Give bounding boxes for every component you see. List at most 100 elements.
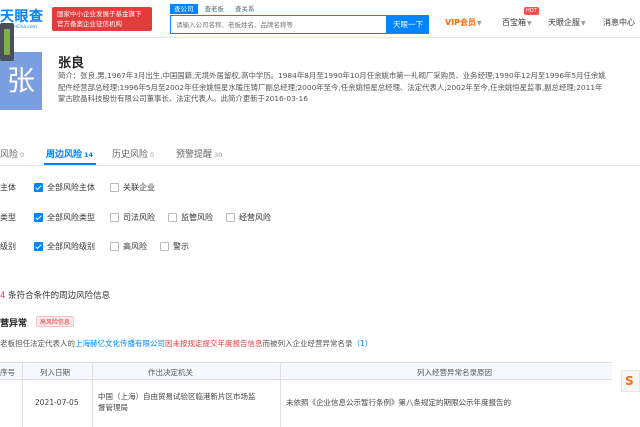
filter-row-type: 类型 全部风险类型 司法风险 监管风险 经营风险 [0,211,640,225]
message-center-link[interactable]: 消息中心 [603,17,635,28]
tab-count: 0 [150,151,155,159]
chevron-down-icon: ▼ [581,20,586,27]
cell-reason: 未依照《企业信息公示暂行条例》第八条规定的期限公示年度报告的 [286,398,511,407]
bio-line: 简介：张良,男,1967年3月出生,中国国籍,无境外居留权,高中学历。1984年… [58,71,606,80]
result-count-number: 4 [0,291,6,301]
checkbox-icon [34,182,43,192]
chevron-down-icon: ▼ [477,20,482,27]
column-header: 列入日期 [40,368,70,377]
section-description: 老板担任法定代表人的上海赫亿文化传播有限公司因未按规定提交年度报告信息而被列入企… [0,338,372,349]
cell-date: 2021-07-05 [35,398,79,407]
tab-label: 周边风险 [46,150,83,160]
option-label: 全部风险级别 [47,241,95,251]
top-navigation-bar: 天眼查 TianYanCha.com 国家中小企业发展子基金旗下 官方备案企业征… [0,0,640,38]
result-count: 4 条符合条件的周边风险信息 [0,289,110,301]
tab-search-relation[interactable]: 查关系 [231,4,259,14]
option-label: 高风险 [123,241,147,251]
section-title: 营异常 [0,319,28,329]
treasure-box-menu[interactable]: 百宝箱▼ [502,17,532,28]
s-icon: S [625,374,634,388]
filter-option-all-levels[interactable]: 全部风险级别 [34,240,95,252]
tab-search-boss[interactable]: 查老板 [201,4,229,14]
authority-line: 督管理局 [98,403,128,412]
search-input[interactable] [176,16,376,33]
filter-label: 主体 [0,183,16,192]
checkbox-icon [110,241,119,251]
promo-line-2: 官方备案企业征信机构 [57,20,122,28]
person-bio: 简介：张良,男,1967年3月出生,中国国籍,无境外居留权,高中学历。1984年… [58,70,640,105]
side-thumbnail [0,23,14,61]
person-name: 张良 [58,56,85,71]
filter-option-all-subjects[interactable]: 全部风险主体 [34,181,95,193]
tab-label: 预警提醒 [176,150,213,160]
checkbox-icon [160,241,169,251]
cell-authority: 中国（上海）自由贸易试验区临港新片区市场监 督管理局 [98,391,276,413]
filter-row-subject: 主体 全部风险主体 关联企业 [0,181,640,195]
option-label: 全部风险类型 [47,212,95,222]
person-profile: 张 张良 简介：张良,男,1967年3月出生,中国国籍,无境外居留权,高中学历。… [0,38,640,128]
option-label: 司法风险 [123,212,155,222]
table-row: 2021-07-05 中国（上海）自由贸易试验区临港新片区市场监 督管理局 未依… [0,381,612,427]
company-link[interactable]: 上海赫亿文化传播有限公司 [75,339,165,348]
desc-prefix: 老板担任法定代表人的 [0,339,75,348]
enterprise-service-label: 天眼企服 [548,18,580,27]
option-label: 监管风险 [181,212,213,222]
option-label: 关联企业 [123,182,155,192]
search-box [170,15,387,34]
filter-label: 类型 [0,213,16,222]
high-risk-tag: 高风险信息 [36,316,75,327]
active-tab-indicator [44,163,96,165]
authority-line: 中国（上海）自由贸易试验区临港新片区市场监 [98,392,256,401]
tab-count: 14 [84,151,94,159]
tab-surrounding-risk[interactable]: 周边风险 14 [46,147,93,160]
enterprise-service-menu[interactable]: 天眼企服▼ [548,17,586,28]
tab-warning-alerts[interactable]: 预警提醒 30 [176,147,222,160]
result-count-text: 条符合条件的周边风险信息 [8,291,111,301]
desc-count: （1） [352,339,373,348]
filter-row-level: 级别 全部风险级别 高风险 警示 [0,240,640,254]
filter-label: 级别 [0,242,16,251]
hot-badge: HOT [524,7,539,15]
promo-banner[interactable]: 国家中小企业发展子基金旗下 官方备案企业征信机构 [52,7,152,31]
search-type-tabs: 查公司 查老板 查关系 [170,4,259,14]
tab-history-risk[interactable]: 历史风险 0 [112,147,154,160]
checkbox-icon [110,182,119,192]
search-button[interactable]: 天眼一下 [387,15,429,34]
filter-option-operation-risk[interactable]: 经营风险 [226,211,271,223]
option-label: 全部风险主体 [47,182,95,192]
vip-membership-link[interactable]: VIP会员▼ [445,17,482,28]
column-header: 序号 [0,368,15,377]
bio-line: 配件经营部总经理;1996年5月至2002年任余姚恒星水暖压铸厂副总经理;200… [58,82,603,92]
desc-suffix: 而被列入企业经营异常名录 [262,339,353,348]
option-label: 经营风险 [239,212,271,222]
risk-tabs: 风险 0 周边风险 14 历史风险 0 预警提醒 30 [0,142,640,166]
column-header: 作出决定机关 [148,368,193,377]
option-label: 警示 [173,241,189,251]
filter-option-judicial-risk[interactable]: 司法风险 [110,211,155,223]
bio-line: 蒙古欧晶科技股份有限公司董事长、法定代表人。此简介更新于2016-03-16 [58,94,308,103]
checkbox-icon [34,241,43,251]
checkbox-icon [168,212,177,222]
tab-own-risk[interactable]: 风险 0 [0,147,24,160]
abnormal-operation-table: 序号 列入日期 作出决定机关 列入经营异常名录原因 2021-07-05 中国（… [0,362,612,427]
treasure-box-label: 百宝箱 [502,18,526,27]
filter-option-related-companies[interactable]: 关联企业 [110,181,155,193]
tab-label: 风险 [0,150,19,160]
tab-count: 30 [214,151,223,159]
tab-search-company[interactable]: 查公司 [170,4,198,14]
tab-label: 历史风险 [112,150,149,160]
checkbox-icon [110,212,119,222]
promo-line-1: 国家中小企业发展子基金旗下 [57,10,142,18]
filter-option-high-risk[interactable]: 高风险 [110,240,147,252]
filter-option-warning[interactable]: 警示 [160,240,189,252]
desc-reason: 因未按规定提交年度报告信息 [165,339,263,348]
chevron-down-icon: ▼ [527,20,532,27]
column-header: 列入经营异常名录原因 [417,368,492,377]
filter-option-regulatory-risk[interactable]: 监管风险 [168,211,213,223]
tab-count: 0 [20,151,25,159]
vip-label: VIP会员 [445,18,477,27]
filter-option-all-types[interactable]: 全部风险类型 [34,211,95,223]
checkbox-icon [226,212,235,222]
floating-s-button[interactable]: S [621,370,640,392]
checkbox-icon [34,212,43,222]
